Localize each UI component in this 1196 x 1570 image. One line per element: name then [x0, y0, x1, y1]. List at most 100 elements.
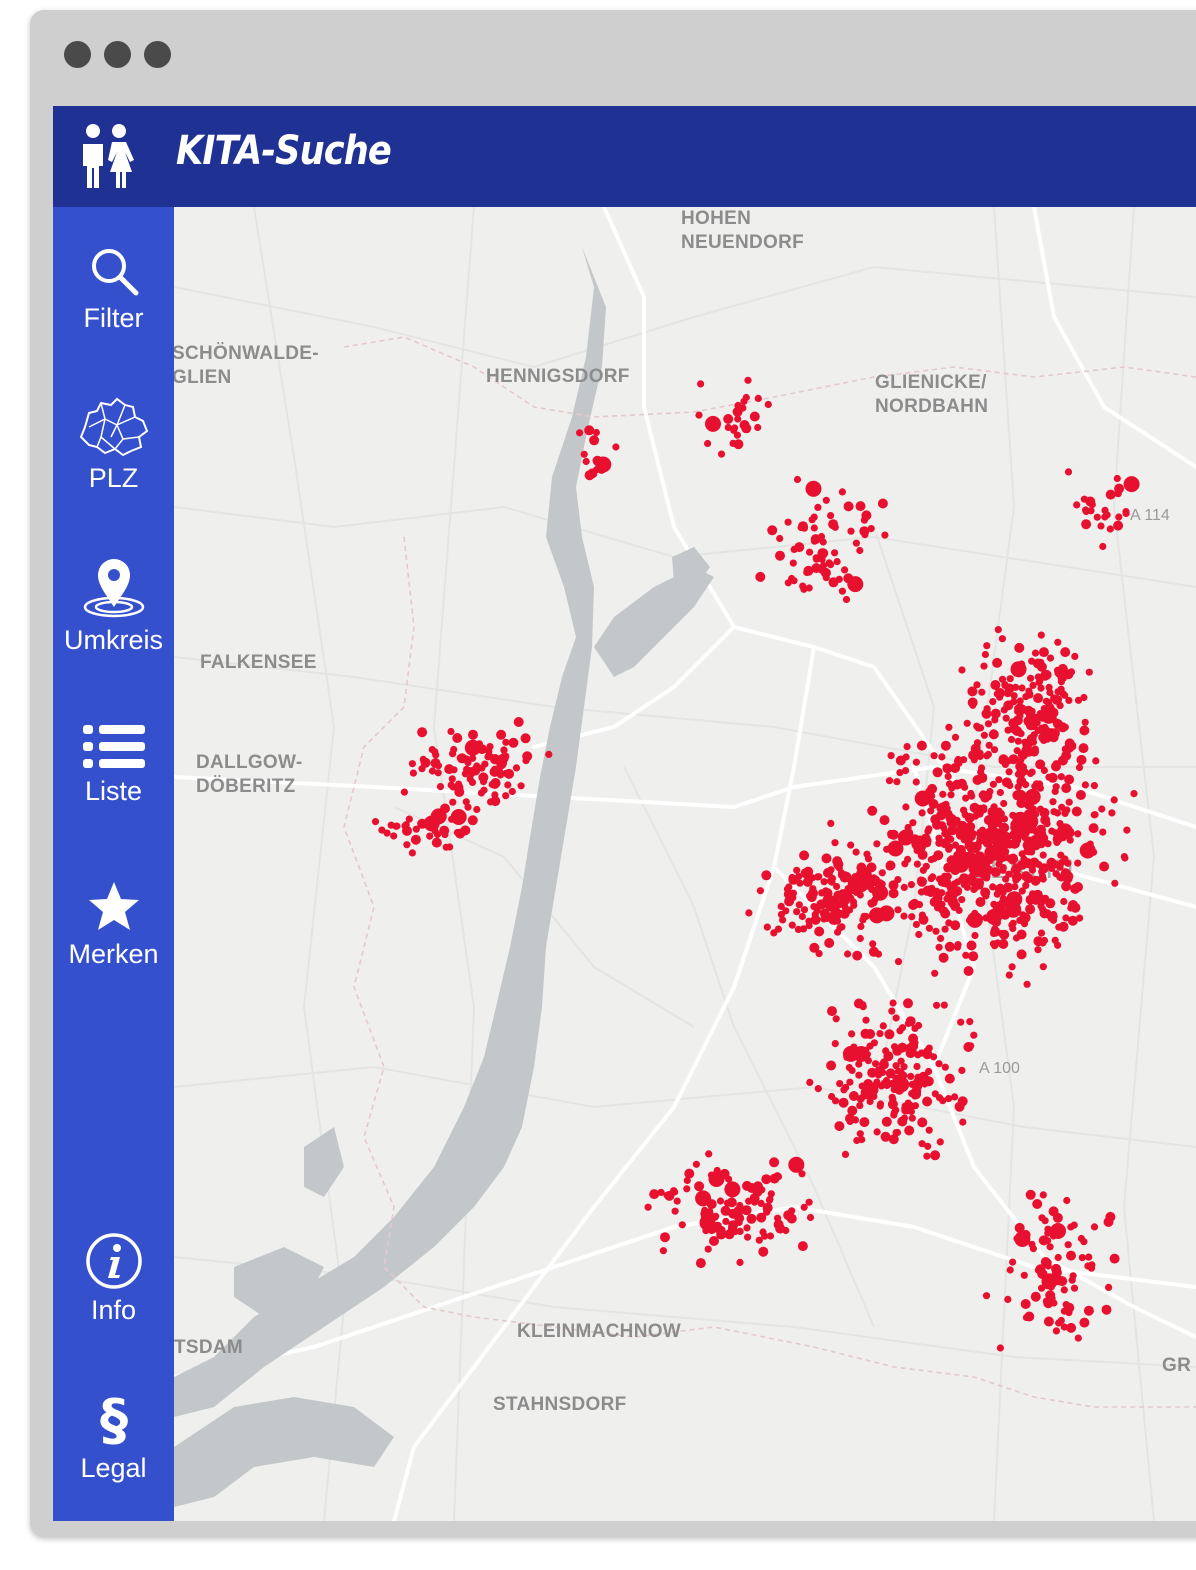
- kita-marker[interactable]: [908, 913, 916, 921]
- kita-marker[interactable]: [936, 1138, 944, 1146]
- sidebar-item-info[interactable]: Info: [53, 1231, 174, 1326]
- kita-marker[interactable]: [873, 840, 881, 848]
- kita-marker[interactable]: [1048, 864, 1056, 873]
- kita-marker[interactable]: [784, 518, 792, 526]
- kita-marker[interactable]: [726, 1197, 737, 1208]
- kita-marker[interactable]: [885, 1068, 896, 1079]
- kita-marker[interactable]: [454, 809, 462, 817]
- kita-marker[interactable]: [1046, 728, 1057, 739]
- kita-marker[interactable]: [990, 867, 1001, 878]
- kita-marker[interactable]: [930, 1053, 938, 1061]
- kita-marker[interactable]: [880, 1079, 889, 1087]
- kita-marker[interactable]: [1034, 1266, 1042, 1274]
- kita-marker[interactable]: [587, 468, 598, 479]
- kita-marker[interactable]: [847, 841, 855, 849]
- kita-marker[interactable]: [903, 743, 911, 751]
- kita-marker[interactable]: [1020, 920, 1029, 928]
- kita-marker[interactable]: [858, 1136, 866, 1144]
- kita-marker[interactable]: [820, 915, 828, 923]
- kita-marker[interactable]: [900, 883, 908, 892]
- kita-marker[interactable]: [963, 1042, 974, 1052]
- kita-marker[interactable]: [947, 791, 955, 799]
- map[interactable]: HOHEN NEUENDORF SCHÖNWALDE- GLIEN HENNIG…: [174, 207, 1196, 1521]
- kita-marker[interactable]: [815, 950, 823, 958]
- kita-marker[interactable]: [990, 900, 998, 908]
- kita-marker[interactable]: [1078, 1254, 1086, 1262]
- kita-marker[interactable]: [1074, 1334, 1082, 1342]
- kita-marker[interactable]: [717, 450, 726, 458]
- kita-marker[interactable]: [885, 860, 896, 871]
- kita-marker[interactable]: [671, 1207, 679, 1215]
- kita-marker[interactable]: [704, 439, 712, 448]
- kita-marker[interactable]: [733, 431, 742, 439]
- kita-marker[interactable]: [982, 914, 990, 922]
- kita-marker[interactable]: [704, 1245, 712, 1253]
- kita-marker[interactable]: [951, 733, 960, 741]
- kita-marker[interactable]: [887, 840, 904, 857]
- kita-marker[interactable]: [991, 918, 999, 926]
- kita-marker[interactable]: [930, 1150, 941, 1161]
- kita-marker[interactable]: [478, 772, 489, 783]
- kita-marker[interactable]: [827, 819, 835, 828]
- kita-marker[interactable]: [848, 1066, 856, 1075]
- kita-marker[interactable]: [499, 759, 507, 768]
- sidebar-item-liste[interactable]: Liste: [53, 722, 174, 807]
- kita-marker[interactable]: [1090, 782, 1098, 790]
- kita-marker[interactable]: [1025, 894, 1036, 905]
- kita-marker[interactable]: [978, 826, 987, 834]
- kita-marker[interactable]: [1070, 883, 1081, 894]
- kita-marker[interactable]: [749, 1193, 760, 1204]
- kita-marker[interactable]: [1000, 799, 1008, 808]
- kita-marker[interactable]: [996, 788, 1005, 797]
- kita-marker[interactable]: [766, 1232, 775, 1240]
- kita-marker[interactable]: [756, 887, 765, 895]
- kita-marker[interactable]: [777, 902, 785, 911]
- kita-marker[interactable]: [810, 534, 821, 545]
- kita-marker[interactable]: [832, 1015, 840, 1023]
- kita-marker[interactable]: [969, 701, 977, 709]
- kita-marker[interactable]: [508, 787, 516, 796]
- kita-marker[interactable]: [447, 781, 455, 789]
- kita-marker[interactable]: [1050, 808, 1058, 816]
- kita-marker[interactable]: [1021, 871, 1031, 882]
- kita-marker[interactable]: [1109, 1253, 1120, 1264]
- kita-marker[interactable]: [842, 595, 851, 604]
- kita-marker[interactable]: [943, 873, 951, 881]
- kita-marker[interactable]: [929, 897, 940, 907]
- kita-marker[interactable]: [846, 1078, 854, 1086]
- kita-marker[interactable]: [900, 1063, 908, 1071]
- kita-marker[interactable]: [817, 548, 828, 559]
- kita-marker[interactable]: [1050, 1299, 1058, 1307]
- kita-marker[interactable]: [1099, 828, 1107, 836]
- kita-marker[interactable]: [852, 950, 863, 961]
- kita-marker[interactable]: [697, 380, 705, 388]
- kita-marker[interactable]: [1081, 519, 1092, 530]
- kita-marker[interactable]: [1063, 871, 1074, 882]
- kita-marker[interactable]: [683, 1185, 691, 1193]
- kita-marker[interactable]: [1057, 1276, 1068, 1287]
- kita-marker[interactable]: [992, 657, 1003, 668]
- kita-marker[interactable]: [1052, 783, 1060, 791]
- kita-marker[interactable]: [1001, 777, 1012, 788]
- kita-marker[interactable]: [875, 1066, 883, 1074]
- kita-marker[interactable]: [408, 760, 416, 768]
- kita-marker[interactable]: [408, 849, 416, 857]
- kita-marker[interactable]: [1074, 830, 1082, 838]
- kita-marker[interactable]: [1123, 826, 1131, 834]
- kita-marker[interactable]: [983, 752, 991, 760]
- kita-marker[interactable]: [1120, 853, 1128, 861]
- kita-marker[interactable]: [897, 1042, 908, 1053]
- kita-marker[interactable]: [881, 531, 889, 539]
- kita-marker[interactable]: [1011, 883, 1019, 891]
- sidebar-item-legal[interactable]: § Legal: [53, 1387, 174, 1484]
- kita-marker[interactable]: [799, 582, 807, 590]
- kita-marker[interactable]: [857, 1095, 865, 1104]
- kita-marker[interactable]: [841, 888, 849, 897]
- kita-marker[interactable]: [788, 874, 799, 885]
- kita-marker[interactable]: [984, 720, 993, 728]
- kita-marker[interactable]: [844, 950, 852, 958]
- kita-marker[interactable]: [1079, 1317, 1090, 1328]
- kita-marker[interactable]: [1060, 1323, 1068, 1331]
- kita-marker[interactable]: [935, 834, 943, 842]
- kita-marker[interactable]: [769, 1173, 780, 1184]
